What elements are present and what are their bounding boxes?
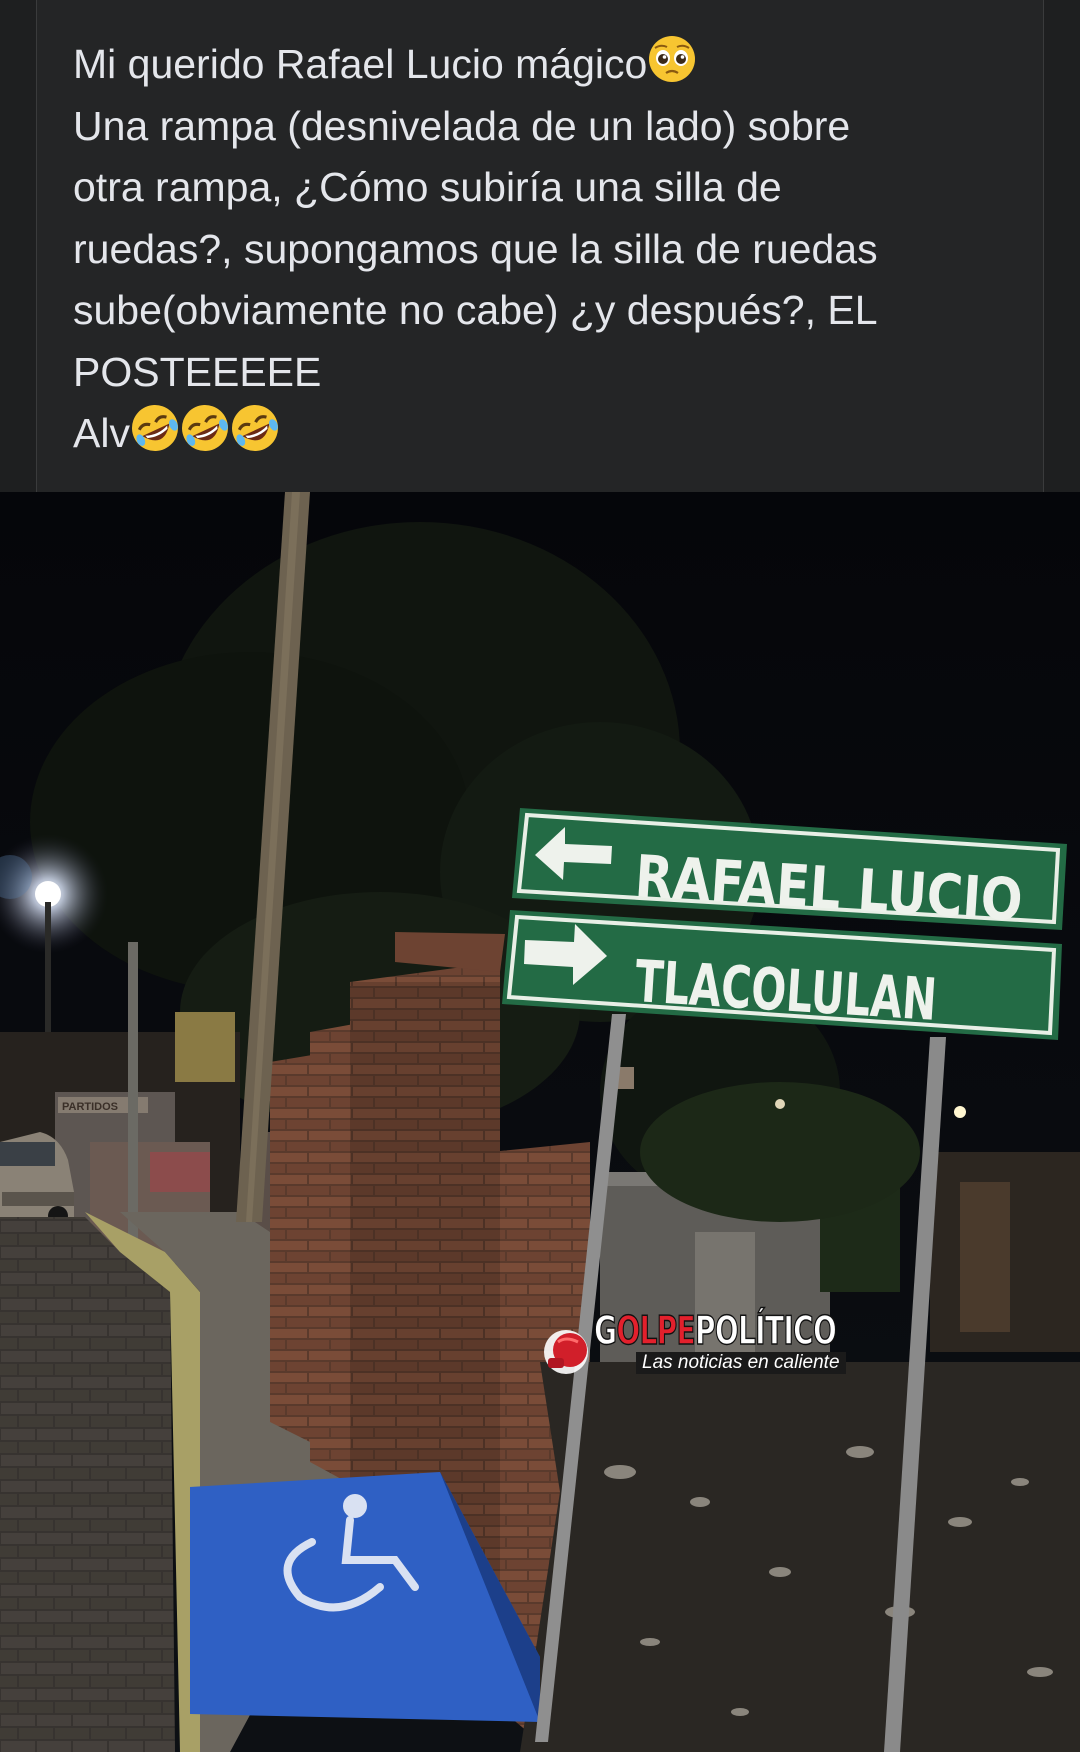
pleading-face-emoji xyxy=(649,36,696,82)
rolling-on-floor-laughing-emoji xyxy=(181,405,228,451)
post-photo[interactable]: PARTIDOS RAFAEL LUCIO TLACOLULAN xyxy=(0,492,1080,1752)
rolling-on-floor-laughing-emoji xyxy=(231,405,278,451)
post-caption: Mi querido Rafael Lucio mágico Una rampa… xyxy=(73,34,1033,465)
caption-panel: Mi querido Rafael Lucio mágico Una rampa… xyxy=(0,0,1080,492)
right-rail xyxy=(1043,0,1080,492)
watermark-tagline: Las noticias en caliente xyxy=(636,1352,846,1374)
caption-line: sube(obviamente no cabe) ¿y después?, EL xyxy=(73,287,878,333)
post-card: Mi querido Rafael Lucio mágico Una rampa… xyxy=(0,0,1080,1752)
storefront-text: PARTIDOS xyxy=(62,1101,118,1113)
caption-line: Una rampa (desnivelada de un lado) sobre xyxy=(73,102,851,149)
caption-line: POSTEEEEE xyxy=(73,348,322,395)
rolling-on-floor-laughing-emoji xyxy=(131,405,178,451)
golpe-politico-watermark: GOLPEPOLÍTICO Las noticias en caliente xyxy=(540,1309,885,1382)
left-rail xyxy=(0,0,37,492)
watermark-title: GOLPEPOLÍTICO xyxy=(593,1309,837,1355)
night-street-photo: PARTIDOS RAFAEL LUCIO TLACOLULAN xyxy=(0,492,1080,1752)
caption-line: Mi querido Rafael Lucio mágico xyxy=(73,34,1033,96)
caption-line: otra rampa, ¿Cómo subiría una silla de xyxy=(73,164,782,210)
rubble-ground xyxy=(520,1362,1080,1752)
caption-line: ruedas?, supongamos que la silla de rued… xyxy=(73,225,878,272)
caption-line: Alv xyxy=(73,403,1033,465)
boxing-glove-logo xyxy=(544,1330,588,1374)
